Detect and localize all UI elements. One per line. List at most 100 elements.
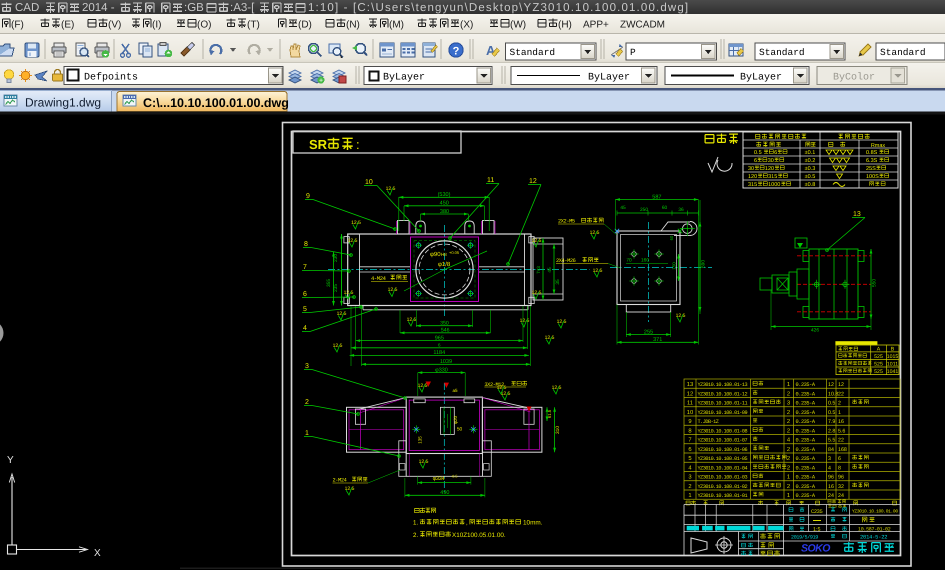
svg-text:X: X [94, 548, 101, 559]
svg-text:45: 45 [547, 267, 553, 273]
svg-text:150: 150 [672, 262, 677, 270]
svg-text:50: 50 [457, 427, 463, 433]
svg-text:2: 2 [688, 483, 691, 490]
svg-text:12.5: 12.5 [593, 268, 603, 274]
svg-text:2014 -: 2014 - [82, 2, 115, 14]
svg-text:0.235-A: 0.235-A [796, 456, 816, 462]
svg-text:350: 350 [440, 321, 449, 327]
svg-text:743: 743 [536, 266, 541, 274]
svg-text:φ20: φ20 [453, 416, 458, 424]
svg-text:B: B [891, 347, 895, 353]
svg-text:12.5: 12.5 [520, 318, 530, 324]
svg-text:12.5: 12.5 [388, 287, 398, 293]
svg-text:70: 70 [626, 258, 632, 264]
svg-text:YZ3010.10.100.01-03: YZ3010.10.100.01-03 [698, 475, 748, 481]
svg-text:2: 2 [838, 401, 841, 407]
svg-text:2: 2 [787, 409, 790, 416]
svg-text:5.6: 5.6 [838, 428, 845, 434]
svg-text:4: 4 [828, 465, 831, 471]
svg-text:6: 6 [838, 456, 841, 462]
svg-text:7.9: 7.9 [828, 419, 835, 425]
svg-text:12.5: 12.5 [348, 238, 358, 244]
svg-text:2: 2 [787, 390, 790, 397]
svg-text:0.235-A: 0.235-A [796, 428, 816, 434]
svg-text:16: 16 [828, 484, 834, 490]
svg-text:3: 3 [305, 363, 309, 370]
svg-text:0.5: 0.5 [828, 401, 835, 407]
svg-text:1:10] - [C:\Users\tengyun\Desk: 1:10] - [C:\Users\tengyun\Desktop\YZ3010… [308, 2, 689, 14]
svg-text:1011: 1011 [887, 362, 898, 368]
svg-text:φ334: φ334 [433, 475, 446, 482]
svg-text:25S: 25S [866, 166, 876, 172]
svg-text:Standard: Standard [759, 47, 805, 58]
svg-text:(530): (530) [438, 192, 451, 198]
svg-text:±0.3: ±0.3 [805, 166, 816, 172]
svg-text:2: 2 [305, 399, 309, 406]
svg-text:Rmax: Rmax [871, 143, 886, 149]
svg-text:ByLayer: ByLayer [588, 73, 630, 84]
svg-text:2.: 2. [413, 532, 418, 539]
svg-text:A: A [877, 347, 881, 353]
svg-text:550: 550 [872, 279, 878, 287]
svg-text:315: 315 [748, 182, 757, 188]
svg-text:YZ3010.10.100.01-05: YZ3010.10.100.01-05 [698, 456, 748, 462]
svg-text:30: 30 [748, 166, 754, 172]
svg-text:1: 1 [305, 430, 309, 437]
svg-text:100S: 100S [866, 174, 879, 180]
svg-text:Drawing1.dwg: Drawing1.dwg [25, 96, 101, 110]
svg-text:-0.5: -0.5 [451, 475, 458, 479]
svg-text:8: 8 [688, 427, 691, 434]
svg-text:φ330: φ330 [435, 367, 448, 373]
svg-text:6: 6 [774, 150, 777, 156]
svg-text::GB: :GB [184, 2, 204, 14]
svg-text:250: 250 [640, 207, 648, 213]
svg-text:φ1/8: φ1/8 [438, 261, 451, 268]
svg-text:T.JDB-1Z: T.JDB-1Z [698, 419, 719, 425]
svg-text:(T): (T) [247, 20, 260, 31]
svg-text:12.5: 12.5 [344, 290, 354, 296]
svg-text:590: 590 [701, 260, 707, 268]
svg-text:9: 9 [306, 193, 310, 200]
svg-text:450: 450 [440, 201, 449, 207]
svg-text:12.5: 12.5 [419, 459, 429, 465]
svg-text:168: 168 [838, 447, 847, 453]
svg-text:YZ3010.10.100.01-01: YZ3010.10.100.01-01 [698, 493, 748, 499]
svg-text:1.: 1. [413, 520, 418, 527]
svg-text:YZ3010.10.100.01-04: YZ3010.10.100.01-04 [698, 465, 748, 471]
svg-text:Defpoints: Defpoints [84, 72, 138, 84]
svg-text:0.235-A: 0.235-A [796, 419, 816, 425]
svg-text:120: 120 [765, 166, 774, 172]
svg-text:2: 2 [787, 483, 790, 490]
svg-text:12.5: 12.5 [407, 317, 417, 323]
svg-text:255: 255 [644, 329, 653, 335]
svg-text:C235: C235 [811, 509, 823, 515]
svg-text:355: 355 [326, 279, 332, 287]
svg-text:32: 32 [838, 484, 844, 490]
svg-text:490: 490 [440, 490, 449, 496]
svg-text:10.8: 10.8 [828, 391, 838, 397]
svg-text:0.235-A: 0.235-A [796, 382, 816, 388]
svg-text:Standard: Standard [880, 47, 926, 58]
svg-text:1000: 1000 [768, 182, 780, 188]
svg-text:12: 12 [838, 382, 844, 388]
svg-text:96: 96 [828, 475, 834, 481]
svg-text:120: 120 [748, 174, 757, 180]
svg-text:YZ3010.10.100.01-07: YZ3010.10.100.01-07 [698, 438, 748, 444]
svg-text:12.5: 12.5 [532, 290, 542, 296]
svg-text:310: 310 [555, 426, 561, 434]
svg-text:525: 525 [874, 354, 883, 360]
svg-text:0.235-A: 0.235-A [796, 447, 816, 453]
svg-text:9: 9 [688, 418, 691, 425]
svg-text:(N): (N) [346, 20, 360, 31]
svg-text:2: 2 [787, 418, 790, 425]
svg-text:160: 160 [641, 258, 649, 264]
svg-text:ZWCADM: ZWCADM [620, 20, 665, 31]
svg-text:135: 135 [418, 436, 423, 444]
svg-text:12.5: 12.5 [333, 343, 343, 349]
svg-text:0.235-A: 0.235-A [796, 410, 816, 416]
svg-text:1184: 1184 [433, 350, 445, 356]
svg-text:P: P [630, 47, 636, 58]
svg-text:2.8: 2.8 [828, 428, 835, 434]
svg-text:(D): (D) [298, 20, 312, 31]
svg-text:2: 2 [787, 446, 790, 453]
